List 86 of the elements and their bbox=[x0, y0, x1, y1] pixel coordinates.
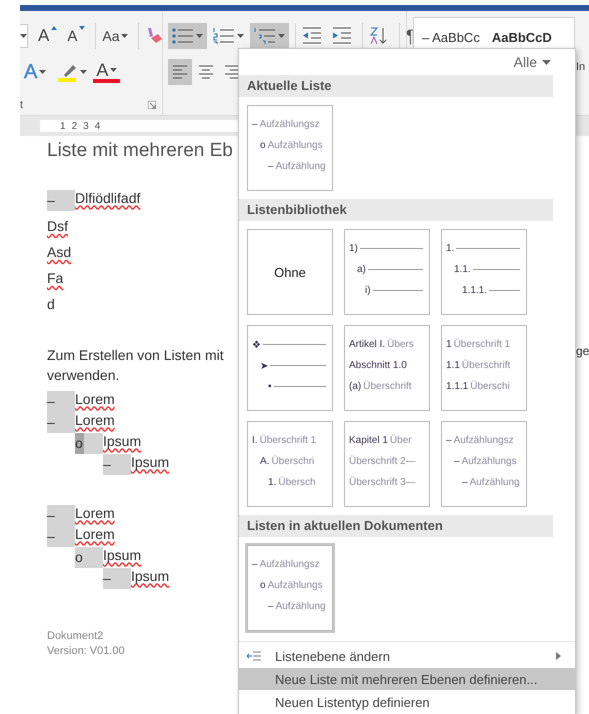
list-marker: o bbox=[75, 547, 103, 568]
caret-icon bbox=[20, 34, 27, 38]
style-preview[interactable]: In bbox=[576, 61, 589, 73]
up-triangle-icon bbox=[51, 26, 58, 30]
list-item-text: Lorem bbox=[75, 392, 115, 408]
group-label: t bbox=[20, 99, 24, 111]
dialog-launcher-icon[interactable] bbox=[148, 101, 156, 109]
ruler-number: 4 bbox=[94, 120, 100, 132]
ruler-number: 2 bbox=[72, 120, 78, 132]
list-item-text: Lorem bbox=[75, 412, 115, 430]
list-style-tile[interactable]: ❖ ➤ ▪ bbox=[247, 325, 333, 411]
list-item-text: Ipsum bbox=[103, 548, 142, 565]
caret-icon bbox=[39, 70, 46, 74]
document-line: Asd bbox=[47, 245, 72, 262]
list-style-tile[interactable]: 1) a) i) bbox=[344, 229, 430, 315]
list-style-tile[interactable]: Artikel I. Übers Abschnitt 1.0 (a) Überschrift bbox=[344, 325, 430, 411]
list-style-tile[interactable]: – Aufzählungsz – Aufzählungs – Aufzählung bbox=[441, 421, 527, 507]
list-level-icon bbox=[247, 651, 261, 661]
list-marker: – bbox=[47, 391, 75, 412]
ruler-number: 3 bbox=[83, 120, 89, 132]
list-marker: o bbox=[75, 433, 103, 454]
ruler-number: 1 bbox=[60, 120, 66, 132]
section-header: Listen in aktuellen Dokumenten bbox=[239, 515, 553, 537]
list-style-tile[interactable]: 1 Überschrift 1 1.1 Überschrift 1.1.1 Überschi bbox=[441, 325, 527, 411]
list-marker: – bbox=[47, 526, 75, 547]
list-style-tile[interactable]: I. Überschrift 1 A. Überschri 1. Übersch bbox=[247, 421, 333, 507]
caret-icon bbox=[121, 34, 128, 38]
list-item-text: Ipsum bbox=[131, 568, 170, 586]
increase-indent-icon bbox=[332, 27, 352, 45]
decrease-indent-icon bbox=[302, 27, 322, 45]
caret-icon bbox=[542, 60, 551, 64]
list-style-tile[interactable]: 1.1.1. 1.1.1. bbox=[441, 229, 527, 315]
style-preview[interactable]: – AaBbCc bbox=[422, 30, 480, 45]
grow-font-button[interactable]: A bbox=[34, 23, 62, 49]
down-triangle-icon bbox=[79, 26, 86, 30]
align-right-icon bbox=[224, 65, 240, 79]
sort-icon bbox=[369, 26, 389, 46]
footer-text: Version: V01.00 bbox=[47, 645, 125, 657]
document-line: d bbox=[47, 297, 55, 314]
eraser-icon bbox=[145, 26, 164, 46]
menu-item[interactable]: Neue Liste mit mehreren Ebenen definieren... bbox=[239, 668, 575, 690]
submenu-arrow-icon bbox=[556, 652, 561, 660]
multilevel-list-icon bbox=[254, 27, 276, 45]
caret-icon bbox=[278, 34, 285, 38]
footer-text: Dokument2 bbox=[47, 630, 104, 642]
list-item-text: Lorem bbox=[75, 526, 115, 544]
filter-dropdown[interactable]: Alle bbox=[508, 53, 557, 71]
menu-item[interactable]: Neuen Listentyp definieren bbox=[239, 691, 575, 713]
align-center-icon bbox=[198, 65, 214, 79]
font-color-button[interactable]: A bbox=[93, 61, 120, 83]
list-item-text: Ipsum bbox=[103, 434, 142, 451]
section-header: Listenbibliothek bbox=[239, 199, 553, 221]
shrink-font-button[interactable]: A bbox=[63, 23, 90, 49]
list-marker: – bbox=[47, 412, 75, 433]
caret-icon bbox=[80, 70, 88, 74]
list-marker: – bbox=[103, 568, 131, 589]
list-marker: – bbox=[103, 454, 131, 475]
document-heading: Liste mit mehreren Eb bbox=[47, 140, 234, 162]
caret-icon bbox=[110, 68, 118, 72]
bullet-list-icon bbox=[172, 27, 194, 45]
list-item-text: Lorem bbox=[75, 506, 115, 522]
bullets-button[interactable] bbox=[168, 23, 207, 49]
menu-item[interactable]: Listenebene ändern bbox=[239, 645, 575, 667]
style-preview[interactable]: AaBbCcD bbox=[492, 30, 552, 45]
paragraph-line: verwenden. bbox=[47, 367, 120, 383]
list-style-tile[interactable]: – Aufzählungsz o Aufzählungs – Aufzählung bbox=[247, 105, 333, 191]
list-marker: – bbox=[47, 505, 75, 526]
list-style-tile[interactable]: – Aufzählungsz o Aufzählungs – Aufzählung bbox=[247, 545, 333, 631]
list-style-tile[interactable]: Ohne bbox=[247, 229, 333, 315]
caret-icon bbox=[196, 34, 203, 38]
numbered-list-icon bbox=[213, 27, 235, 45]
change-case-button[interactable]: Aa bbox=[95, 23, 132, 49]
paragraph-line: Zum Erstellen von Listen mit bbox=[47, 347, 224, 363]
section-header: Aktuelle Liste bbox=[239, 75, 553, 97]
align-left-button[interactable] bbox=[168, 59, 192, 85]
caret-icon bbox=[237, 34, 244, 38]
font-size-field[interactable] bbox=[20, 24, 28, 48]
list-item-text: Dlfiödlifadf bbox=[75, 190, 140, 208]
list-style-tile[interactable]: Kapitel 1 Über Überschrift 2— Überschrift 3— bbox=[344, 421, 430, 507]
document-line: Dsf bbox=[47, 219, 68, 236]
document-line: Fa bbox=[47, 271, 64, 288]
multilevel-button[interactable] bbox=[250, 23, 289, 49]
list-item-text: Ipsum bbox=[131, 454, 170, 472]
paragraph-line: ge bbox=[576, 344, 589, 358]
list-marker: – bbox=[47, 190, 75, 211]
align-left-icon bbox=[172, 65, 188, 79]
